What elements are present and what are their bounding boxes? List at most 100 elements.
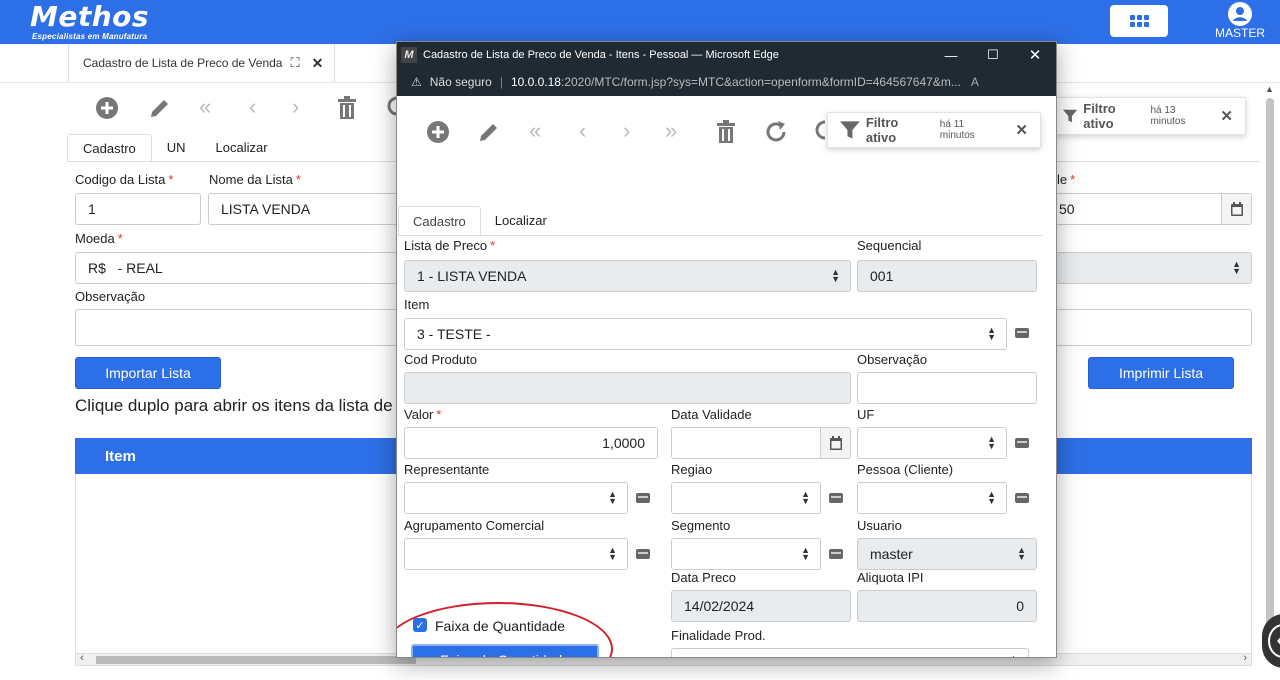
previous-record-icon[interactable]: ‹ <box>249 96 256 118</box>
expand-icon[interactable]: ⛶ <box>290 55 299 71</box>
bg-right-select[interactable]: ▲ ▼ <box>1040 252 1252 284</box>
popup-delete-icon[interactable] <box>715 120 737 148</box>
nome-input[interactable]: LISTA VENDA <box>208 193 408 225</box>
popup-close-filter-icon[interactable]: ✕ <box>1015 121 1028 139</box>
popup-add-icon[interactable] <box>426 120 450 148</box>
grid-hint: Clique duplo para abrir os itens da list… <box>75 396 393 415</box>
select-arrows-icon: ▲▼ <box>987 434 996 451</box>
url-path: :2020/MTC/form.jsp?sys=MTC&action=openfo… <box>560 75 961 89</box>
observacao-input[interactable] <box>75 309 408 346</box>
tab-un[interactable]: UN <box>152 134 201 162</box>
next-record-icon[interactable]: › <box>292 96 299 118</box>
popup-search-icon[interactable] <box>815 120 835 148</box>
popup-previous-record-icon[interactable]: ‹ <box>579 120 586 142</box>
address-bar[interactable]: ⚠ Não seguro | 10.0.0.18:2020/MTC/form.j… <box>397 68 1056 96</box>
scroll-right-icon[interactable]: › <box>1243 652 1247 664</box>
item-lookup-icon[interactable] <box>1015 328 1029 338</box>
methos-logo[interactable]: Methos Especialistas em Manufatura <box>30 0 150 42</box>
cod-produto-input[interactable] <box>404 372 851 404</box>
grid-header-item[interactable]: Item <box>105 448 136 465</box>
calendar-icon[interactable] <box>820 428 850 458</box>
popup-tab-localizar[interactable]: Localizar <box>481 206 561 236</box>
valor-input[interactable]: 1,0000 <box>404 427 658 459</box>
add-icon[interactable] <box>95 96 119 124</box>
popup-filter-label: Filtro ativo <box>865 115 899 145</box>
moeda-select[interactable]: R$ - REAL <box>75 252 408 284</box>
codigo-input[interactable]: 1 <box>75 193 201 225</box>
item-select[interactable]: 3 - TESTE - ▲ ▼ <box>404 318 1007 350</box>
finalidade-label: Finalidade Prod. <box>671 628 766 643</box>
importar-lista-button[interactable]: Importar Lista <box>75 357 221 389</box>
app-icon: M <box>401 47 417 63</box>
logo-text: Methos <box>30 0 150 33</box>
popup-next-record-icon[interactable]: › <box>623 120 630 142</box>
vscroll-thumb[interactable] <box>1266 98 1274 638</box>
popup-filter-badge: Filtro ativo há 11 minutos ✕ <box>827 112 1041 148</box>
finalidade-select[interactable]: ▲▼ <box>671 648 1029 657</box>
window-title: Cadastro de Lista de Preco de Venda - It… <box>423 49 779 61</box>
popup-first-record-icon[interactable]: « <box>529 120 541 142</box>
pessoa-select[interactable]: ▲ ▼ <box>857 482 1007 514</box>
regiao-lookup-icon[interactable] <box>829 493 843 503</box>
regiao-select[interactable]: ▲ ▼ <box>671 482 821 514</box>
read-aloud-icon[interactable]: A <box>971 75 979 89</box>
user-menu[interactable]: MASTER <box>1210 2 1270 40</box>
calendar-icon[interactable] <box>1221 194 1251 224</box>
edit-icon[interactable] <box>148 96 172 124</box>
imprimir-lista-button[interactable]: Imprimir Lista <box>1088 357 1234 389</box>
popup-last-record-icon[interactable]: » <box>665 120 677 142</box>
tab-cadastro[interactable]: Cadastro <box>67 134 152 162</box>
close-window-icon[interactable]: ✕ <box>1014 42 1056 68</box>
aliquota-input[interactable]: 0 <box>857 590 1037 622</box>
select-arrows-icon: ▲▼ <box>987 325 996 342</box>
select-arrows-icon: ▲▼ <box>987 489 996 506</box>
usuario-select[interactable]: master ▲ ▼ <box>857 538 1037 570</box>
popup-edit-icon[interactable] <box>477 120 501 148</box>
annotation-ellipse <box>397 602 613 657</box>
vertical-scrollbar[interactable]: ▲ <box>1264 84 1276 646</box>
data-preco-input[interactable]: 14/02/2024 <box>671 590 851 622</box>
popup-filter-time: há 11 minutos <box>939 119 975 141</box>
data-validade-label: Data Validade <box>671 407 752 422</box>
bg-filter-badge: Filtro ativo há 13 minutos ✕ <box>1050 97 1246 135</box>
bg-right-observacao[interactable] <box>1040 309 1252 346</box>
agrupamento-lookup-icon[interactable] <box>636 549 650 559</box>
scroll-left-icon[interactable]: ‹ <box>80 652 84 664</box>
delete-icon[interactable] <box>336 96 358 124</box>
close-icon[interactable]: ✕ <box>312 55 324 72</box>
lista-select[interactable]: 1 - LISTA VENDA ▲ ▼ <box>404 260 851 292</box>
item-value: 3 - TESTE - <box>417 326 491 342</box>
popup-tab-cadastro[interactable]: Cadastro <box>398 206 481 236</box>
maximize-icon[interactable]: ☐ <box>972 42 1014 68</box>
agrupamento-select[interactable]: ▲ ▼ <box>404 538 628 570</box>
uf-lookup-icon[interactable] <box>1015 438 1029 448</box>
tab-localizar[interactable]: Localizar <box>201 134 283 162</box>
data-validade-input[interactable] <box>671 427 851 459</box>
sequencial-label: Sequencial <box>857 238 922 253</box>
segmento-lookup-icon[interactable] <box>829 549 843 559</box>
pessoa-lookup-icon[interactable] <box>1015 493 1029 503</box>
first-record-icon[interactable]: « <box>199 96 211 118</box>
apps-menu-button[interactable] <box>1110 5 1168 37</box>
select-arrows-icon: ▲▼ <box>831 267 840 284</box>
scroll-thumb[interactable] <box>96 656 416 664</box>
lista-label: Lista de Preco * <box>404 238 496 253</box>
uf-label: UF <box>857 407 875 422</box>
data-preco-label: Data Preco <box>671 570 737 585</box>
popup-refresh-icon[interactable] <box>764 120 788 148</box>
representante-select[interactable]: ▲ ▼ <box>404 482 628 514</box>
minimize-icon[interactable]: — <box>930 42 972 68</box>
usuario-label: Usuario <box>857 518 902 533</box>
sequencial-input[interactable]: 001 <box>857 260 1037 292</box>
page-tab[interactable]: Cadastro de Lista de Preco de Venda ⛶ ✕ <box>68 44 335 82</box>
agrupamento-label: Agrupamento Comercial <box>404 518 545 533</box>
uf-select[interactable]: ▲ ▼ <box>857 427 1007 459</box>
scroll-up-icon[interactable]: ▲ <box>1265 84 1274 94</box>
segmento-select[interactable]: ▲ ▼ <box>671 538 821 570</box>
representante-lookup-icon[interactable] <box>636 493 650 503</box>
valor-label: Valor * <box>404 407 442 422</box>
close-filter-icon[interactable]: ✕ <box>1220 107 1233 125</box>
validade-input[interactable]: 50 <box>1040 193 1252 225</box>
observacao-popup-input[interactable] <box>857 372 1037 404</box>
observacao-label: Observação <box>75 289 146 304</box>
